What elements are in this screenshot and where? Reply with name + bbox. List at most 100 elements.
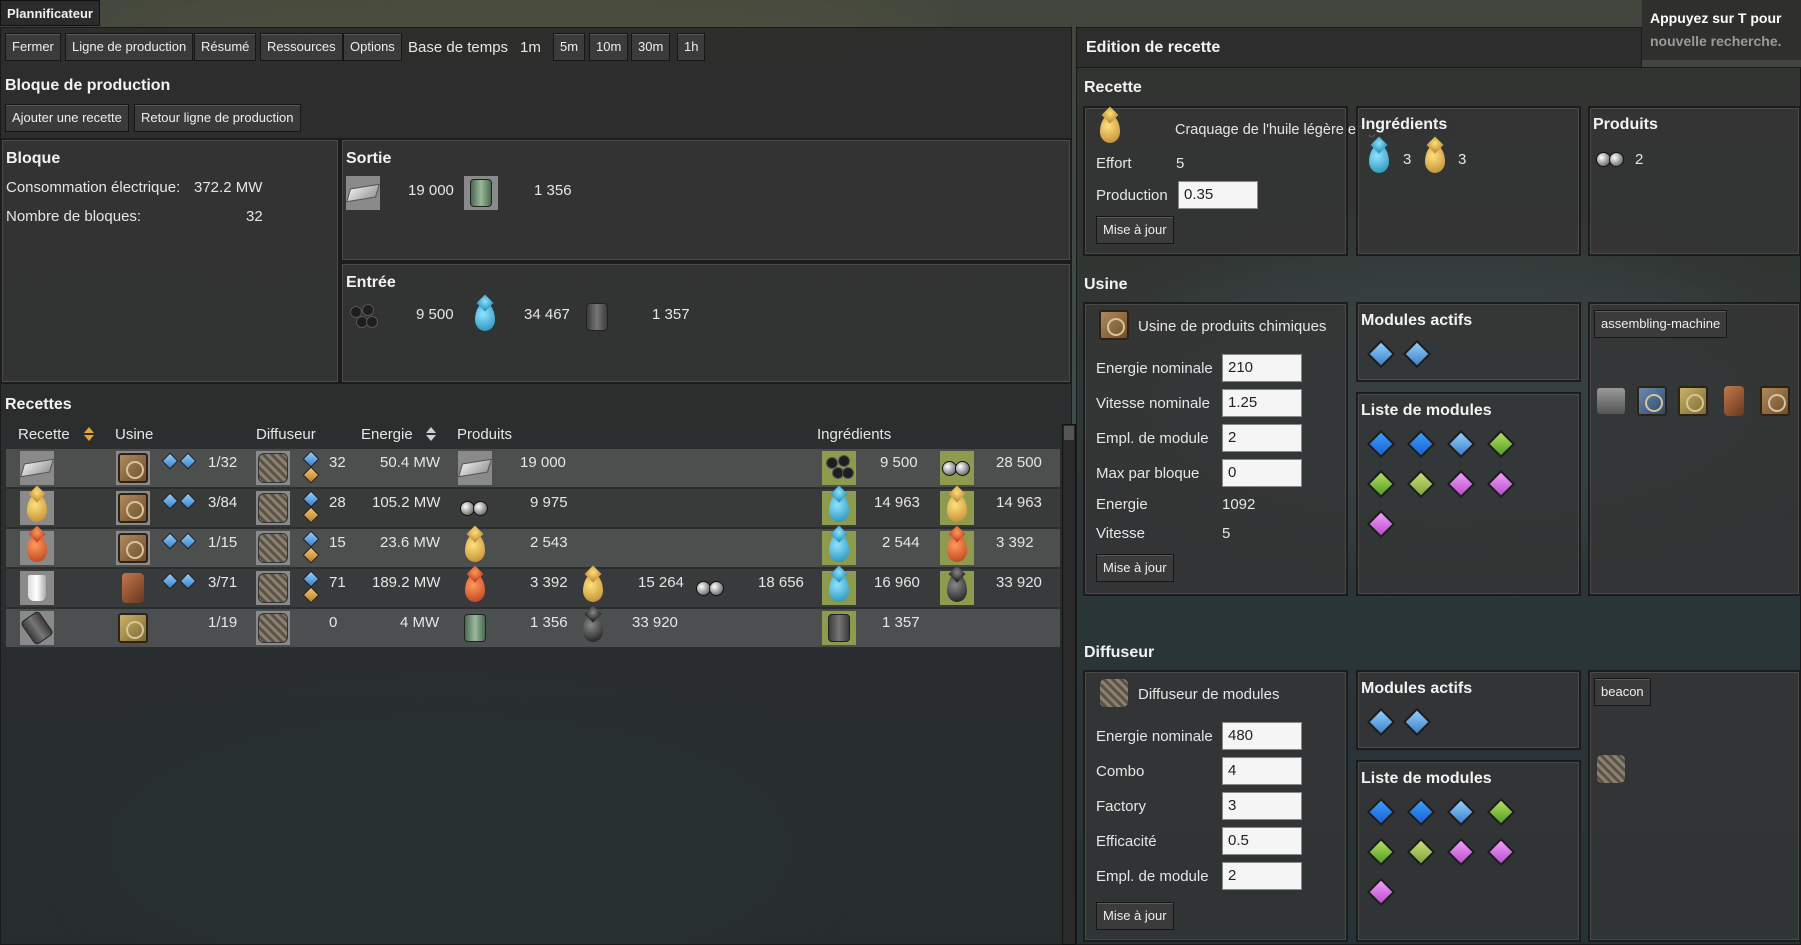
beacon-icon[interactable] xyxy=(256,491,290,525)
water-icon[interactable] xyxy=(1362,142,1396,176)
iron-plate-icon[interactable] xyxy=(346,176,380,210)
barrel-icon[interactable] xyxy=(822,611,856,645)
efficiency-module-3-icon[interactable] xyxy=(1406,837,1436,867)
table-row[interactable]: 3/84 28 105.2 MW 9 975 14 963 14 963 xyxy=(6,489,1060,527)
productivity-module-icon[interactable] xyxy=(1446,469,1476,499)
table-row[interactable]: 1/19 0 4 MW 1 356 33 920 1 357 xyxy=(6,609,1060,647)
beacon-module-slots-input[interactable]: 2 xyxy=(1222,862,1302,890)
gas-icon[interactable] xyxy=(694,571,728,605)
sort-down-icon[interactable] xyxy=(426,435,436,441)
chemical-plant-icon[interactable] xyxy=(116,451,150,485)
factory-update-button[interactable]: Mise à jour xyxy=(1096,554,1174,582)
productivity-module-2-icon[interactable] xyxy=(1486,469,1516,499)
efficiency-module-3-icon[interactable] xyxy=(1406,469,1436,499)
water-icon[interactable] xyxy=(468,300,502,334)
max-per-block-input[interactable]: 0 xyxy=(1222,459,1302,487)
barrel-icon[interactable] xyxy=(580,300,614,334)
sort-up-icon[interactable] xyxy=(84,427,94,433)
crude-oil-icon[interactable] xyxy=(940,571,974,605)
gas-icon[interactable] xyxy=(940,451,974,485)
time-1h-button[interactable]: 1h xyxy=(677,33,706,61)
coal-icon[interactable] xyxy=(346,300,380,334)
light-oil-icon[interactable] xyxy=(458,531,492,565)
productivity-module-3-icon[interactable] xyxy=(1366,509,1396,539)
coal-icon[interactable] xyxy=(822,451,856,485)
factory-input[interactable]: 3 xyxy=(1222,792,1302,820)
oil-refinery-icon[interactable] xyxy=(1717,384,1751,418)
heavy-oil-cracking-icon[interactable] xyxy=(20,531,54,565)
options-button[interactable]: Options xyxy=(343,33,402,61)
production-input[interactable]: 0.35 xyxy=(1178,181,1258,209)
productivity-module-3-icon[interactable] xyxy=(1366,877,1396,907)
water-icon[interactable] xyxy=(822,531,856,565)
iron-plate-icon[interactable] xyxy=(20,451,54,485)
productivity-module-2-icon[interactable] xyxy=(1486,837,1516,867)
water-icon[interactable] xyxy=(822,491,856,525)
speed-module-icon[interactable] xyxy=(1366,797,1396,827)
sort-down-icon[interactable] xyxy=(84,435,94,441)
assembling-machine-button[interactable]: assembling-machine xyxy=(1594,310,1728,338)
light-oil-icon[interactable] xyxy=(940,491,974,525)
summary-button[interactable]: Résumé xyxy=(194,33,257,61)
assembling-machine-2-icon[interactable] xyxy=(1676,384,1710,418)
beacon-icon[interactable] xyxy=(256,531,290,565)
speed-module-icon[interactable] xyxy=(1366,429,1396,459)
beacon-update-button[interactable]: Mise à jour xyxy=(1096,902,1174,930)
gas-icon[interactable] xyxy=(1594,142,1628,176)
chemical-plant-icon[interactable] xyxy=(116,491,150,525)
time-30m-button[interactable]: 30m xyxy=(631,33,671,61)
speed-module-icon[interactable] xyxy=(1402,707,1432,737)
recipe-update-button[interactable]: Mise à jour xyxy=(1096,216,1174,244)
speed-module-3-icon[interactable] xyxy=(1446,429,1476,459)
efficiency-input[interactable]: 0.5 xyxy=(1222,827,1302,855)
scrollbar-thumb[interactable] xyxy=(1064,426,1074,440)
table-row[interactable]: 1/15 15 23.6 MW 2 543 2 544 3 392 xyxy=(6,529,1060,567)
col-energy[interactable]: Energie xyxy=(361,426,413,443)
beacon-icon[interactable] xyxy=(256,571,290,605)
chemical-plant-icon[interactable] xyxy=(116,531,150,565)
speed-module-2-icon[interactable] xyxy=(1406,797,1436,827)
time-5m-button[interactable]: 5m xyxy=(553,33,586,61)
add-recipe-button[interactable]: Ajouter une recette xyxy=(5,104,129,132)
assembling-machine-1-icon[interactable] xyxy=(1635,384,1669,418)
light-oil-cracking-icon[interactable] xyxy=(20,491,54,525)
crude-oil-icon[interactable] xyxy=(576,611,610,645)
resources-button[interactable]: Ressources xyxy=(260,33,343,61)
module-slots-input[interactable]: 2 xyxy=(1222,424,1302,452)
stone-furnace-icon[interactable] xyxy=(1594,384,1628,418)
efficiency-module-icon[interactable] xyxy=(1486,797,1516,827)
speed-module-icon[interactable] xyxy=(1402,339,1432,369)
light-oil-icon[interactable] xyxy=(1418,142,1452,176)
light-oil-icon[interactable] xyxy=(576,571,610,605)
speed-module-2-icon[interactable] xyxy=(1406,429,1436,459)
beacon-energy-input[interactable]: 480 xyxy=(1222,722,1302,750)
beacon-icon[interactable] xyxy=(1594,752,1628,786)
recipes-scrollbar[interactable] xyxy=(1062,424,1076,945)
combo-input[interactable]: 4 xyxy=(1222,757,1302,785)
assembling-machine-icon[interactable] xyxy=(116,611,150,645)
iron-plate-icon[interactable] xyxy=(458,451,492,485)
efficiency-module-icon[interactable] xyxy=(1486,429,1516,459)
col-recipe[interactable]: Recette xyxy=(18,426,70,443)
beacon-icon[interactable] xyxy=(256,451,290,485)
beacon-icon[interactable] xyxy=(256,611,290,645)
back-production-line-button[interactable]: Retour ligne de production xyxy=(134,104,301,132)
nominal-speed-input[interactable]: 1.25 xyxy=(1222,389,1302,417)
beacon-type-button[interactable]: beacon xyxy=(1594,678,1651,706)
speed-module-icon[interactable] xyxy=(1366,707,1396,737)
nominal-energy-input[interactable]: 210 xyxy=(1222,354,1302,382)
water-icon[interactable] xyxy=(822,571,856,605)
close-button[interactable]: Fermer xyxy=(5,33,61,61)
speed-module-icon[interactable] xyxy=(1366,339,1396,369)
efficiency-module-2-icon[interactable] xyxy=(1366,469,1396,499)
heavy-oil-icon[interactable] xyxy=(458,571,492,605)
production-line-button[interactable]: Ligne de production xyxy=(65,33,194,61)
table-row[interactable]: 3/71 71 189.2 MW 3 392 15 264 18 656 16 … xyxy=(6,569,1060,607)
oil-refinery-icon[interactable] xyxy=(116,571,150,605)
sort-up-icon[interactable] xyxy=(426,427,436,433)
sulfuric-barrel-icon[interactable] xyxy=(464,176,498,210)
speed-module-3-icon[interactable] xyxy=(1446,797,1476,827)
fill-barrel-icon[interactable] xyxy=(19,610,55,646)
table-row[interactable]: 1/32 32 50.4 MW 19 000 9 500 28 500 xyxy=(6,449,1060,487)
oil-processing-icon[interactable] xyxy=(20,571,54,605)
